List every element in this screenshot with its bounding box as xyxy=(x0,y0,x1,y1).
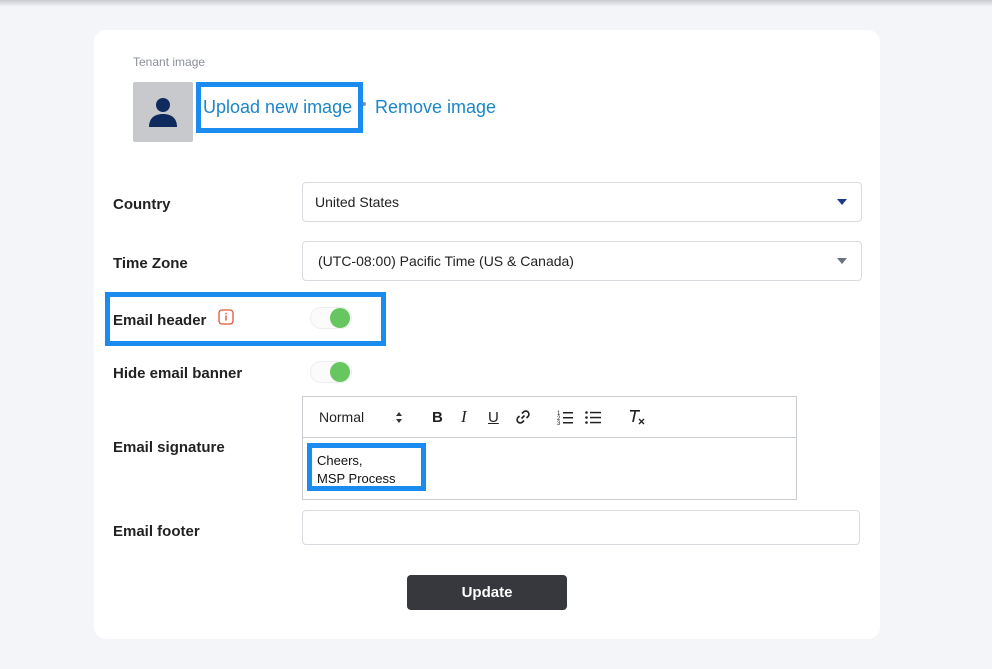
link-icon[interactable] xyxy=(515,409,531,425)
link-separator xyxy=(362,102,366,106)
signature-line: Cheers, xyxy=(317,453,363,468)
chevron-down-icon xyxy=(837,258,847,264)
toggle-knob xyxy=(330,308,350,328)
svg-text:3: 3 xyxy=(557,421,561,425)
toggle-knob xyxy=(330,362,350,382)
remove-image-link[interactable]: Remove image xyxy=(375,97,496,118)
email-header-label: Email header xyxy=(113,312,207,329)
underline-icon[interactable]: U xyxy=(488,409,499,426)
bullet-list-icon[interactable] xyxy=(585,409,601,425)
footer-label: Email footer xyxy=(113,523,200,540)
tenant-image-label: Tenant image xyxy=(133,55,206,69)
bold-icon[interactable]: B xyxy=(432,409,443,426)
editor-toolbar: Normal B I U 1 2 3 xyxy=(303,397,796,438)
country-value: United States xyxy=(315,194,400,210)
country-select[interactable]: United States xyxy=(302,182,862,222)
info-icon[interactable] xyxy=(218,309,234,325)
top-bar-shadow xyxy=(0,0,992,6)
chevron-down-icon xyxy=(837,199,847,205)
country-label: Country xyxy=(113,196,171,213)
ordered-list-icon[interactable]: 1 2 3 xyxy=(557,409,573,425)
timezone-select[interactable]: (UTC-08:00) Pacific Time (US & Canada) xyxy=(302,241,862,281)
signature-line: MSP Process xyxy=(317,471,396,486)
user-icon xyxy=(149,98,177,127)
timezone-label: Time Zone xyxy=(113,255,188,272)
italic-icon[interactable]: I xyxy=(461,407,467,427)
timezone-value: (UTC-08:00) Pacific Time (US & Canada) xyxy=(318,253,574,269)
tenant-avatar xyxy=(133,82,193,142)
hide-banner-label: Hide email banner xyxy=(113,365,243,382)
signature-label: Email signature xyxy=(113,439,225,456)
update-button[interactable]: Update xyxy=(407,575,567,610)
clear-format-icon[interactable] xyxy=(628,408,646,426)
signature-editor: Normal B I U 1 2 3 Cheers, MSP Process xyxy=(302,396,797,500)
signature-text[interactable]: Cheers, MSP Process xyxy=(317,452,396,488)
hide-banner-toggle[interactable] xyxy=(310,361,352,383)
email-footer-input[interactable] xyxy=(302,510,860,545)
updown-icon xyxy=(396,412,402,423)
settings-card: Tenant image Upload new image Remove ima… xyxy=(94,30,880,639)
upload-image-link[interactable]: Upload new image xyxy=(203,97,352,118)
format-select[interactable]: Normal xyxy=(319,409,364,425)
email-header-toggle[interactable] xyxy=(310,307,352,329)
